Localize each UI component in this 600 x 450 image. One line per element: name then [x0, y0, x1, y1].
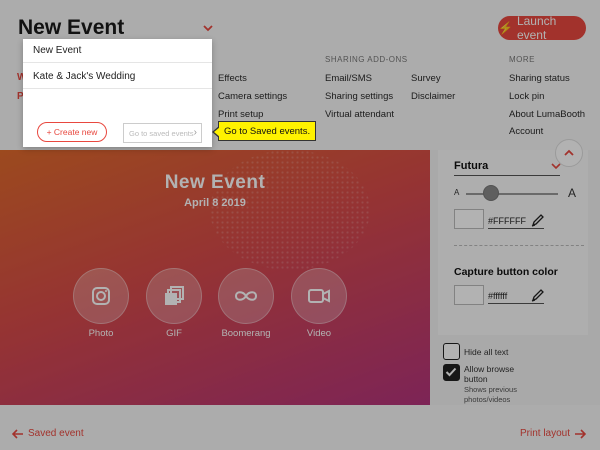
saved-events-label: Go to saved events — [129, 128, 194, 138]
chevron-right-icon: › — [193, 127, 197, 138]
dropdown-item-new-event[interactable]: New Event — [23, 39, 212, 63]
dropdown-item-kate-jack-wedding[interactable]: Kate & Jack's Wedding — [23, 65, 212, 89]
hint-tooltip: Go to Saved events. — [211, 121, 317, 141]
event-switcher-dropdown: New Event Kate & Jack's Wedding + Create… — [23, 39, 212, 147]
create-new-button[interactable]: + Create new — [37, 122, 107, 142]
go-to-saved-events-button[interactable]: Go to saved events › — [123, 123, 202, 143]
